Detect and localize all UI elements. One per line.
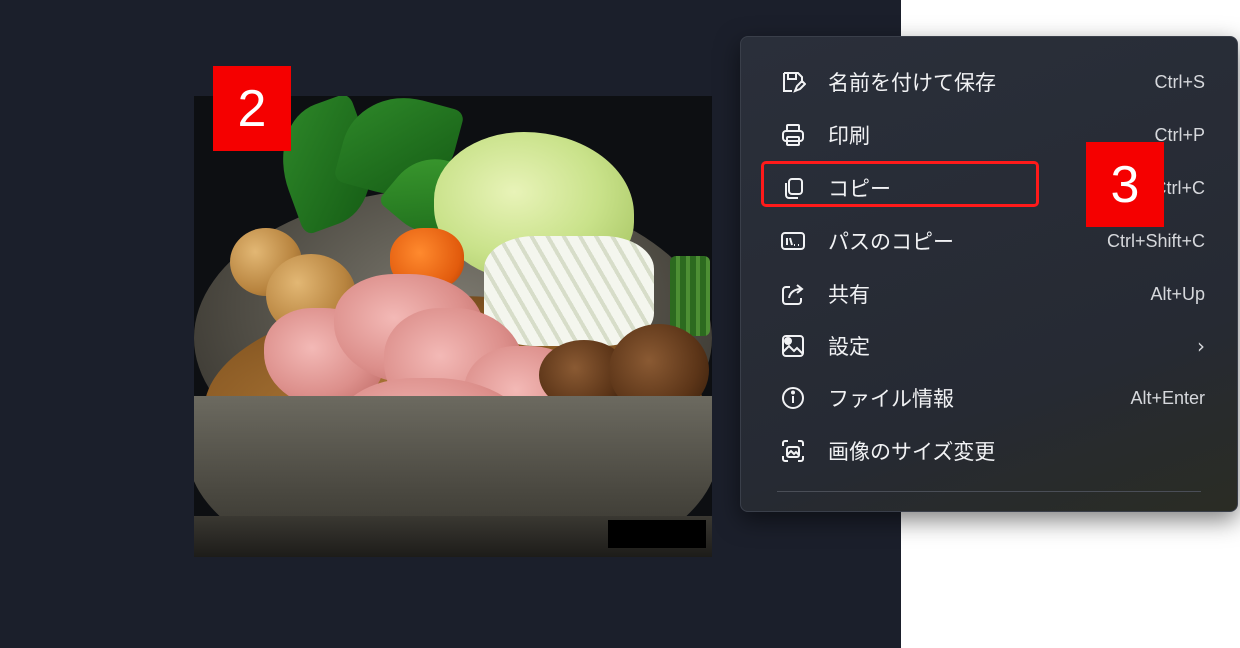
menu-item-set-as[interactable]: 設定 ›	[761, 323, 1219, 369]
menu-item-label: 画像のサイズ変更	[828, 440, 996, 464]
menu-item-label: パスのコピー	[828, 230, 954, 254]
save-as-icon	[779, 68, 807, 96]
set-as-icon	[779, 332, 807, 360]
menu-item-resize-image[interactable]: 画像のサイズ変更	[761, 428, 1219, 474]
menu-item-file-info[interactable]: ファイル情報 Alt+Enter	[761, 375, 1219, 421]
step-2-badge: 2	[213, 66, 291, 151]
share-icon	[779, 280, 807, 308]
menu-item-shortcut: Alt+Up	[1150, 283, 1205, 304]
resize-image-icon	[779, 437, 807, 465]
chevron-right-icon: ›	[1197, 334, 1205, 358]
step-3-badge: 3	[1086, 142, 1164, 227]
menu-item-label: ファイル情報	[828, 387, 954, 411]
info-icon	[779, 384, 807, 412]
menu-divider	[777, 491, 1201, 492]
menu-item-save-as[interactable]: 名前を付けて保存 Ctrl+S	[761, 59, 1219, 105]
menu-item-shortcut: Alt+Enter	[1130, 387, 1205, 408]
green-onion	[484, 236, 654, 346]
redacted-watermark	[608, 520, 706, 548]
menu-item-share[interactable]: 共有 Alt+Up	[761, 271, 1219, 317]
chives	[670, 256, 710, 336]
copy-path-icon	[779, 227, 807, 255]
menu-item-label: 共有	[828, 283, 870, 307]
copy-highlight-annotation	[761, 161, 1039, 207]
menu-item-label: 設定	[828, 335, 870, 359]
context-menu: 名前を付けて保存 Ctrl+S 印刷 Ctrl+P コピー Ctrl+C パスの…	[740, 36, 1238, 512]
menu-item-shortcut: Ctrl+S	[1154, 71, 1205, 92]
menu-item-label: 名前を付けて保存	[828, 71, 996, 95]
menu-item-shortcut: Ctrl+Shift+C	[1106, 230, 1205, 251]
food-photo	[194, 96, 712, 557]
print-icon	[779, 121, 807, 149]
